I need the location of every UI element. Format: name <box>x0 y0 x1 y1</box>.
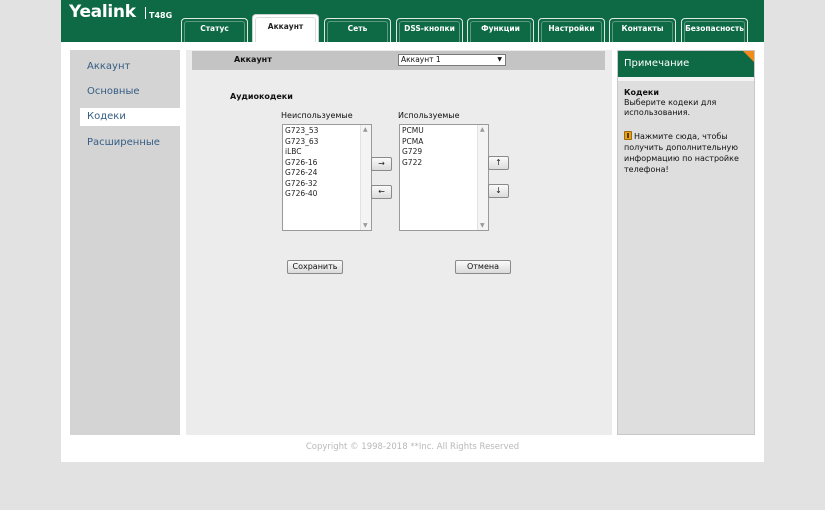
scroll-down-icon[interactable]: ▼ <box>480 222 485 229</box>
list-item[interactable]: iLBC <box>284 147 359 158</box>
dropdown-arrow-icon: ▼ <box>497 56 502 63</box>
move-down-button[interactable]: ↓ <box>488 184 509 198</box>
audio-codecs-title: Аудиокодеки <box>230 92 293 101</box>
header-bar: Yealink T48G Статус Аккаунт Сеть DSS-кно… <box>61 0 764 42</box>
list-item[interactable]: G726-24 <box>284 168 359 179</box>
unused-codecs-list[interactable]: G723_53 G723_63 iLBC G726-16 G726-24 G72… <box>282 124 372 231</box>
tab-security[interactable]: Безопасность <box>681 18 748 42</box>
tab-account[interactable]: Аккаунт <box>252 14 319 42</box>
list-item[interactable]: G723_53 <box>284 126 359 137</box>
move-left-button[interactable]: ← <box>371 185 392 199</box>
account-bar: Аккаунт Аккаунт 1 ▼ <box>192 51 605 70</box>
web-ui-page: Yealink T48G Статус Аккаунт Сеть DSS-кно… <box>61 0 764 462</box>
list-item[interactable]: G726-40 <box>284 189 359 200</box>
note-header: Примечание <box>618 51 754 77</box>
sidebar-item-account[interactable]: Аккаунт <box>70 58 180 76</box>
unused-codecs-label: Неиспользуемые <box>281 111 353 120</box>
note-header-label: Примечание <box>624 58 690 69</box>
save-button[interactable]: Сохранить <box>287 260 343 274</box>
help-link[interactable]: Нажмите сюда, чтобы получить дополнитель… <box>624 131 750 175</box>
help-link-text[interactable]: Нажмите сюда, чтобы получить дополнитель… <box>624 132 739 174</box>
tab-dss-keys[interactable]: DSS-кнопки <box>396 18 463 42</box>
sidebar-item-basic[interactable]: Основные <box>70 83 180 101</box>
tab-label: DSS-кнопки <box>404 24 455 33</box>
move-right-button[interactable]: → <box>371 157 392 171</box>
account-label: Аккаунт <box>234 55 272 64</box>
list-item[interactable]: G729 <box>401 147 476 158</box>
used-codecs-list[interactable]: PCMU PCMA G729 G722 ▲ ▼ <box>399 124 489 231</box>
sidebar-item-codecs[interactable]: Кодеки <box>80 108 185 126</box>
tab-label: Сеть <box>347 24 368 33</box>
account-select-value: Аккаунт 1 <box>401 55 441 64</box>
tab-status[interactable]: Статус <box>181 18 248 42</box>
note-divider <box>618 77 754 81</box>
tab-label: Функции <box>481 24 520 33</box>
note-title: Кодеки <box>624 88 659 97</box>
main-content: Аккаунт Аккаунт 1 ▼ Аудиокодеки Неисполь… <box>186 50 612 435</box>
note-panel: Примечание Кодеки Выберите кодеки для ис… <box>617 50 755 435</box>
list-item[interactable]: G726-32 <box>284 179 359 190</box>
move-up-button[interactable]: ↑ <box>488 156 509 170</box>
tab-label: Настройки <box>548 24 595 33</box>
note-text: Выберите кодеки для использования. <box>624 98 717 117</box>
tab-network[interactable]: Сеть <box>324 18 391 42</box>
used-codecs-label: Используемые <box>398 111 460 120</box>
list-item[interactable]: G726-16 <box>284 158 359 169</box>
list-item[interactable]: PCMA <box>401 137 476 148</box>
list-item[interactable]: G722 <box>401 158 476 169</box>
tab-label: Аккаунт <box>267 22 304 31</box>
list-item[interactable]: PCMU <box>401 126 476 137</box>
tab-label: Статус <box>200 24 229 33</box>
book-icon <box>624 131 632 140</box>
sidebar: Аккаунт Основные Кодеки Расширенные <box>70 50 185 435</box>
scroll-up-icon[interactable]: ▲ <box>363 126 368 133</box>
yealink-logo: Yealink <box>69 2 136 22</box>
tab-label: Контакты <box>621 24 664 33</box>
scroll-down-icon[interactable]: ▼ <box>363 222 368 229</box>
scrollbar[interactable]: ▲ ▼ <box>477 125 488 230</box>
logo-separator <box>145 7 146 19</box>
tab-features[interactable]: Функции <box>467 18 534 42</box>
cancel-button[interactable]: Отмена <box>455 260 511 274</box>
sidebar-item-advanced[interactable]: Расширенные <box>70 134 180 152</box>
scrollbar[interactable]: ▲ ▼ <box>360 125 371 230</box>
list-item[interactable]: G723_63 <box>284 137 359 148</box>
tab-label: Безопасность <box>685 24 744 33</box>
model-label: T48G <box>149 11 173 20</box>
scroll-up-icon[interactable]: ▲ <box>480 126 485 133</box>
copyright-footer: Copyright © 1998-2018 **Inc. All Rights … <box>305 442 520 452</box>
tab-contacts[interactable]: Контакты <box>609 18 676 42</box>
note-corner-icon <box>743 51 754 62</box>
tab-settings[interactable]: Настройки <box>538 18 605 42</box>
account-select[interactable]: Аккаунт 1 ▼ <box>398 54 506 66</box>
